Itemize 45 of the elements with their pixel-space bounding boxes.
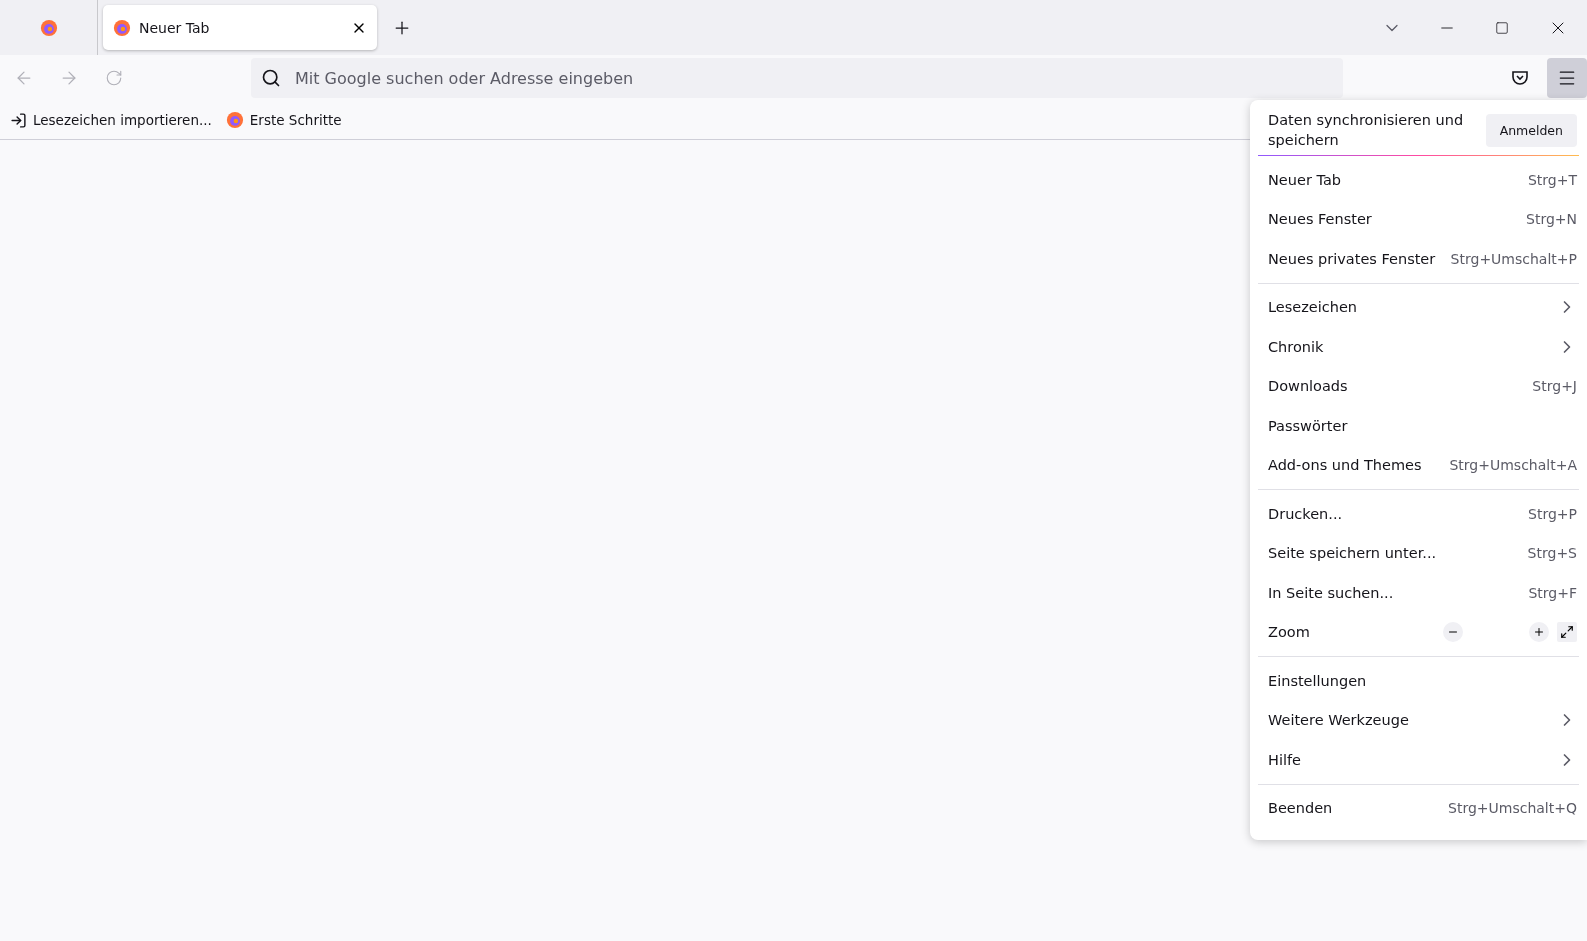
menu-item[interactable]: Zoom <box>1268 624 1310 641</box>
import-icon <box>10 111 27 129</box>
menu-item[interactable]: In Seite suchen... <box>1268 584 1394 601</box>
shortcut-text: Strg+Umschalt+P <box>1450 250 1577 267</box>
shortcut-text: Strg+P <box>1528 505 1577 522</box>
shortcut-text: Strg+S <box>1527 545 1577 562</box>
menu-item[interactable]: Neues privates Fenster <box>1268 250 1436 267</box>
menu-item[interactable]: Downloads <box>1268 378 1348 395</box>
zoom-in-button[interactable] <box>1529 622 1549 643</box>
address-bar[interactable]: Mit Google suchen oder Adresse eingeben <box>251 58 1343 98</box>
menu-item[interactable]: Neues Fenster <box>1268 211 1372 228</box>
shortcut-text: Strg+J <box>1532 378 1577 395</box>
search-icon <box>261 68 281 88</box>
address-field[interactable]: Mit Google suchen oder Adresse eingeben <box>293 67 1333 89</box>
bookmark-item[interactable]: Lesezeichen importieren... <box>10 111 212 129</box>
menu-item[interactable]: Einstellungen <box>1268 672 1367 689</box>
bookmark-item[interactable]: Erste Schritte <box>225 111 342 129</box>
menu-item[interactable]: Lesezeichen <box>1268 299 1358 316</box>
shortcut-text: Strg+N <box>1526 211 1577 228</box>
menu-item[interactable]: Seite speichern unter... <box>1268 545 1437 562</box>
pocket-icon[interactable] <box>1510 68 1530 88</box>
menu-item[interactable]: Drucken... <box>1268 505 1343 522</box>
browser-tab[interactable]: Neuer Tab <box>103 5 377 50</box>
fullscreen-button[interactable] <box>1557 622 1577 643</box>
round-logo-icon <box>39 18 58 37</box>
round-logo-icon <box>225 111 244 129</box>
menu-item[interactable]: Hilfe <box>1268 751 1301 768</box>
plus-icon <box>1533 626 1545 639</box>
maximize-icon[interactable] <box>1494 20 1509 35</box>
round-logo-icon <box>113 18 131 37</box>
expand-arrows-icon <box>1560 625 1574 640</box>
shortcut-text: Strg+F <box>1528 584 1577 601</box>
shortcut-text: Strg+T <box>1527 171 1577 188</box>
menu-item[interactable]: Passwörter <box>1268 417 1348 434</box>
menu-item[interactable]: Neuer Tab <box>1268 171 1341 188</box>
shortcut-text: Strg+Umschalt+A <box>1449 457 1577 474</box>
sync-text: Daten synchronisieren und speichern <box>1268 111 1465 150</box>
menu-item[interactable]: Beenden <box>1268 800 1333 817</box>
zoom-out-button[interactable] <box>1443 622 1463 643</box>
sign-in-button[interactable]: Anmelden <box>1485 113 1577 147</box>
menu-button[interactable] <box>1547 58 1587 98</box>
menu-item[interactable]: Weitere Werkzeuge <box>1268 712 1409 729</box>
menu-item[interactable]: Chronik <box>1268 338 1324 355</box>
menu-item[interactable]: Add-ons und Themes <box>1268 457 1422 474</box>
shortcut-text: Strg+Umschalt+Q <box>1448 800 1577 817</box>
